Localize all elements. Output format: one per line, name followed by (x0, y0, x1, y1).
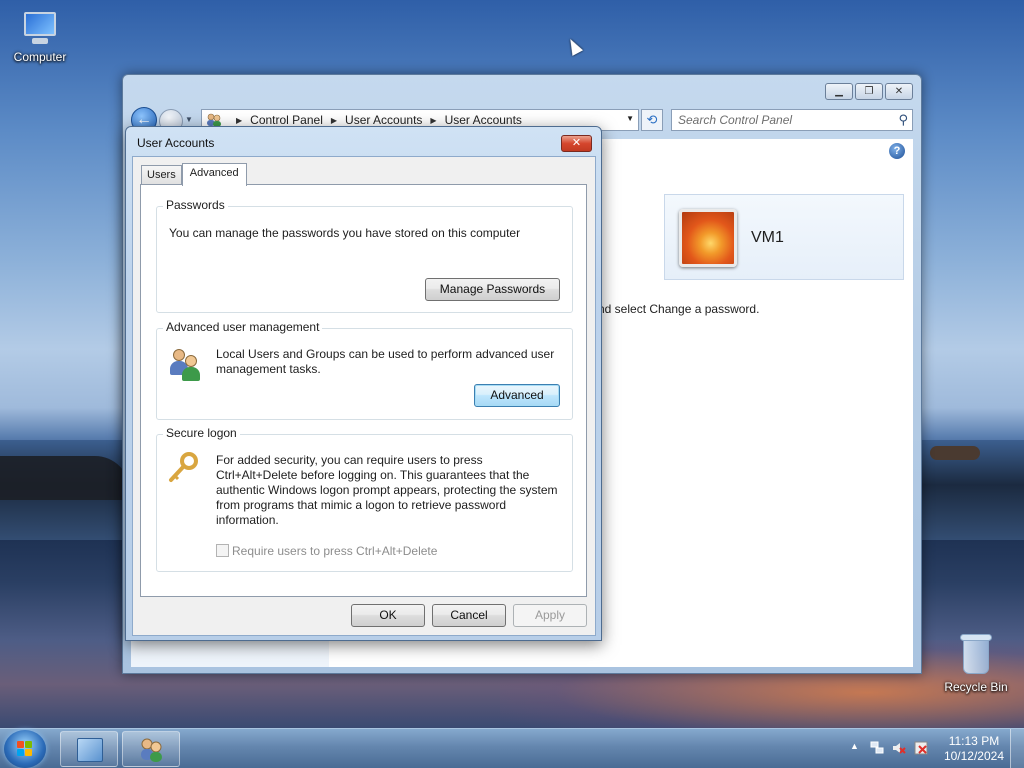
desktop-wallpaper-rocks (0, 456, 130, 500)
tab-users[interactable]: Users (141, 165, 182, 185)
action-center-icon[interactable] (914, 741, 928, 755)
user-accounts-icon (206, 113, 222, 127)
apply-button[interactable]: Apply (513, 604, 587, 627)
secure-logon-title: Secure logon (163, 426, 240, 440)
advanced-user-management-group: Advanced user management Local Users and… (156, 320, 573, 420)
users-icon (169, 347, 203, 381)
tab-advanced[interactable]: Advanced (181, 163, 247, 186)
close-button[interactable]: ✕ (885, 83, 913, 100)
ok-button[interactable]: OK (351, 604, 425, 627)
recycle-bin-icon (959, 632, 993, 676)
dialog-body: Users Advanced Passwords You can manage … (132, 156, 596, 636)
desktop-icon-label: Recycle Bin (944, 680, 1008, 694)
show-desktop-button[interactable] (1010, 729, 1024, 768)
passwords-group: Passwords You can manage the passwords y… (156, 198, 573, 313)
recent-pages-dropdown-icon[interactable]: ▼ (185, 115, 193, 124)
require-ctrl-alt-delete-checkbox[interactable] (216, 544, 229, 557)
taskbar: ▲ 11:13 PM 10/12/2024 (0, 728, 1024, 768)
clock-date: 10/12/2024 (943, 749, 1004, 763)
refresh-button[interactable]: ⟲ (641, 109, 663, 131)
control-panel-icon (77, 738, 103, 762)
volume-muted-icon[interactable] (892, 741, 906, 755)
windows-logo-icon (17, 741, 33, 757)
dialog-title: User Accounts (137, 136, 215, 150)
network-icon[interactable] (870, 741, 884, 755)
minimize-button[interactable]: ▁ (825, 83, 853, 100)
computer-icon (18, 10, 62, 46)
user-accounts-icon (139, 738, 165, 762)
desktop-icon-recycle-bin[interactable]: Recycle Bin (936, 632, 1016, 694)
address-dropdown-icon[interactable]: ▼ (626, 114, 634, 123)
search-input[interactable]: Search Control Panel ⚲ (671, 109, 913, 131)
change-password-hint: nd select Change a password. (598, 302, 760, 316)
advanced-user-management-description: Local Users and Groups can be used to pe… (216, 347, 555, 376)
dialog-close-button[interactable]: ✕ (561, 135, 592, 152)
taskbar-user-accounts[interactable] (122, 731, 180, 767)
breadcrumb-separator-icon[interactable]: ▶ (430, 116, 436, 125)
breadcrumb-user-accounts-current[interactable]: User Accounts (445, 113, 522, 127)
passwords-group-title: Passwords (163, 198, 228, 212)
passwords-description: You can manage the passwords you have st… (169, 226, 521, 240)
help-icon[interactable]: ? (889, 143, 905, 159)
clock[interactable]: 11:13 PM 10/12/2024 (944, 734, 1004, 764)
clock-time: 11:13 PM (948, 734, 1000, 748)
system-tray: ▲ 11:13 PM 10/12/2024 (834, 729, 1024, 768)
start-button[interactable] (4, 730, 46, 768)
require-ctrl-alt-delete-label[interactable]: Require users to press Ctrl+Alt+Delete (232, 544, 437, 559)
cancel-button[interactable]: Cancel (432, 604, 506, 627)
user-name: VM1 (751, 229, 784, 246)
search-icon[interactable]: ⚲ (898, 110, 908, 130)
secure-logon-group: Secure logon For added security, you can… (156, 426, 573, 572)
maximize-button[interactable]: ❐ (855, 83, 883, 100)
advanced-user-management-title: Advanced user management (163, 320, 323, 334)
desktop-icon-computer[interactable]: Computer (0, 10, 80, 64)
user-accounts-dialog: User Accounts ✕ Users Advanced Passwords… (125, 126, 602, 641)
secure-logon-description: For added security, you can require user… (216, 453, 558, 527)
show-hidden-icons-icon[interactable]: ▲ (850, 741, 859, 751)
breadcrumb-control-panel[interactable]: Control Panel (250, 113, 323, 127)
manage-passwords-button[interactable]: Manage Passwords (425, 278, 560, 301)
advanced-tab-panel: Passwords You can manage the passwords y… (140, 184, 587, 597)
taskbar-control-panel[interactable] (60, 731, 118, 767)
desktop-wallpaper-rock (930, 446, 980, 460)
advanced-button[interactable]: Advanced (474, 384, 560, 407)
key-icon (167, 451, 201, 485)
window-caption-buttons: ▁ ❐ ✕ (825, 83, 913, 100)
desktop-icon-label: Computer (13, 50, 67, 64)
search-placeholder: Search Control Panel (678, 113, 793, 127)
tab-strip: Users Advanced (141, 161, 247, 186)
breadcrumb-separator-icon[interactable]: ▶ (331, 116, 337, 125)
user-picture (679, 209, 737, 267)
user-account-card: VM1 (664, 194, 904, 280)
breadcrumb-user-accounts[interactable]: User Accounts (345, 113, 422, 127)
breadcrumb-separator-icon[interactable]: ▶ (236, 116, 242, 125)
